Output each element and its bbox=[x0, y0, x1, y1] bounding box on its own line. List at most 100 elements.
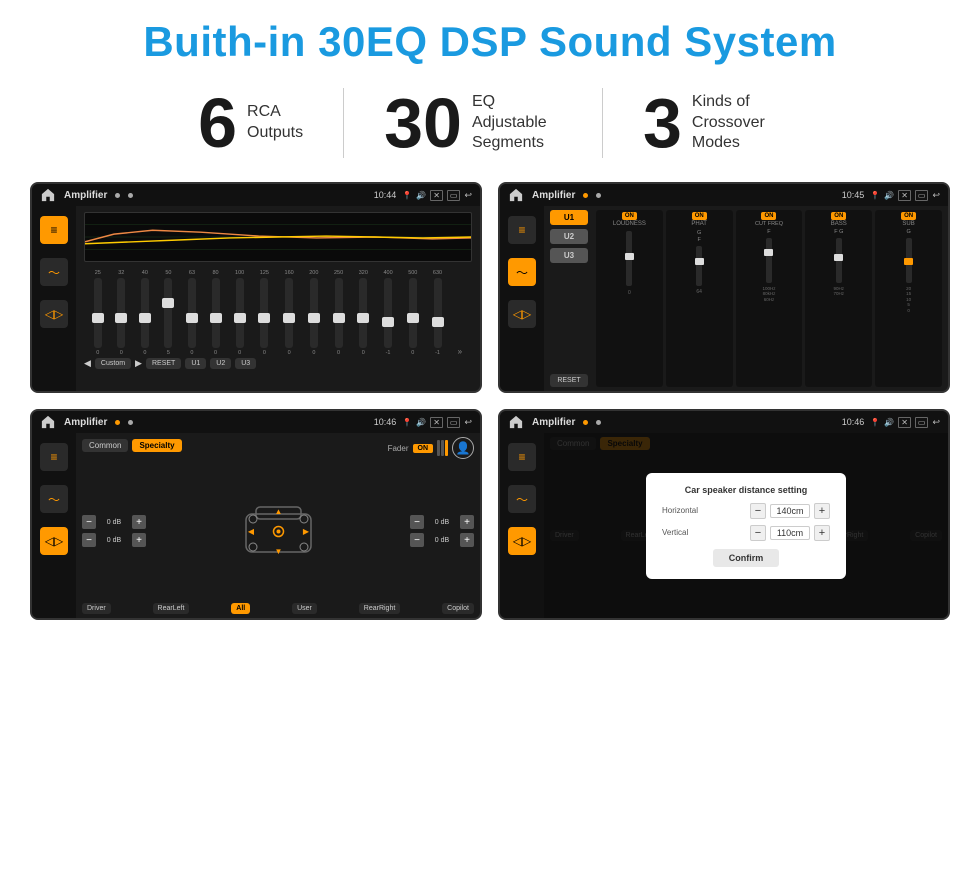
loudness-slider[interactable] bbox=[626, 231, 632, 286]
rearleft-btn[interactable]: RearLeft bbox=[153, 603, 190, 614]
x-icon: ✕ bbox=[430, 190, 443, 201]
fader-main-area: Common Specialty Fader ON bbox=[76, 433, 480, 618]
cutfreq-slider[interactable] bbox=[766, 238, 772, 283]
crossover-main-area: U1 U2 U3 RESET ON LOUDNESS bbox=[544, 206, 948, 391]
dialog-overlay: Car speaker distance setting Horizontal … bbox=[544, 433, 948, 618]
sidebar-vol-icon-3[interactable]: ◁▷ bbox=[40, 527, 68, 555]
home-icon-2[interactable] bbox=[508, 187, 524, 203]
svg-text:▶: ▶ bbox=[302, 527, 309, 536]
u3-btn[interactable]: U3 bbox=[550, 248, 588, 263]
person-icon-fader[interactable]: 👤 bbox=[452, 437, 474, 459]
stat-rca-label: RCAOutputs bbox=[247, 102, 303, 144]
sidebar-wave-icon-3[interactable]: 〜 bbox=[40, 485, 68, 513]
db-minus-2[interactable]: − bbox=[82, 533, 96, 547]
u1-btn[interactable]: U1 bbox=[550, 210, 588, 225]
sidebar-wave-icon-4[interactable]: 〜 bbox=[508, 485, 536, 513]
dialog-horizontal-minus[interactable]: − bbox=[750, 503, 766, 519]
fader-left-db: − 0 dB + − 0 dB + bbox=[82, 463, 146, 599]
sub-on-btn[interactable]: ON bbox=[901, 212, 916, 220]
rect-icon: ▭ bbox=[447, 190, 461, 201]
eq-slider-320: 320 0 bbox=[359, 270, 368, 356]
home-icon-3[interactable] bbox=[40, 414, 56, 430]
eq-reset-btn[interactable]: RESET bbox=[146, 358, 181, 369]
eq-prev-btn[interactable]: ◀ bbox=[84, 358, 91, 369]
loudness-on-btn[interactable]: ON bbox=[622, 212, 637, 220]
db-minus-1[interactable]: − bbox=[82, 515, 96, 529]
stat-eq-number: 30 bbox=[384, 88, 462, 158]
dialog-horizontal-plus[interactable]: + bbox=[814, 503, 830, 519]
db-plus-3[interactable]: + bbox=[460, 515, 474, 529]
eq-u3-btn[interactable]: U3 bbox=[235, 358, 256, 369]
fader-tab-common[interactable]: Common bbox=[82, 439, 128, 452]
dialog-status-time: 10:46 bbox=[842, 417, 865, 427]
phat-slider[interactable] bbox=[696, 246, 702, 286]
db-minus-4[interactable]: − bbox=[410, 533, 424, 547]
dialog-vertical-minus[interactable]: − bbox=[750, 525, 766, 541]
db-value-4: 0 dB bbox=[428, 537, 456, 544]
db-plus-4[interactable]: + bbox=[460, 533, 474, 547]
eq-slider-500: 500 0 bbox=[408, 270, 417, 356]
fader-controls: Fader ON 👤 bbox=[388, 437, 474, 459]
fader-sliders-mini bbox=[437, 440, 448, 456]
eq-u2-btn[interactable]: U2 bbox=[210, 358, 231, 369]
dialog-horizontal-label: Horizontal bbox=[662, 506, 717, 515]
bass-slider[interactable] bbox=[836, 238, 842, 283]
crossover-left-sidebar: ≡ 〜 ◁▷ bbox=[500, 206, 544, 391]
sidebar-vol-icon-2[interactable]: ◁▷ bbox=[508, 300, 536, 328]
dialog-vertical-row: Vertical − 110cm + bbox=[662, 525, 830, 541]
device-dialog: Amplifier 10:46 📍 🔊 ✕ ▭ ↩ ≡ 〜 ◁▷ bbox=[498, 409, 950, 620]
eq-u1-btn[interactable]: U1 bbox=[185, 358, 206, 369]
sidebar-eq-icon-4[interactable]: ≡ bbox=[508, 443, 536, 471]
rearright-btn[interactable]: RearRight bbox=[359, 603, 401, 614]
crossover-screen-wrapper: ≡ 〜 ◁▷ U1 U2 U3 RESET bbox=[500, 206, 948, 391]
eq-slider-125: 125 0 bbox=[260, 270, 269, 356]
db-plus-1[interactable]: + bbox=[132, 515, 146, 529]
sidebar-vol-icon-4[interactable]: ◁▷ bbox=[508, 527, 536, 555]
fader-on-btn[interactable]: ON bbox=[413, 444, 434, 453]
dialog-vertical-value: 110cm bbox=[770, 526, 810, 540]
status-bar-dialog: Amplifier 10:46 📍 🔊 ✕ ▭ ↩ bbox=[500, 411, 948, 433]
sub-slider[interactable] bbox=[906, 238, 912, 283]
rect-icon-2: ▭ bbox=[915, 190, 929, 201]
car-diagram-svg: ▲ ▼ ◀ ▶ bbox=[241, 504, 316, 559]
device-fader: Amplifier 10:46 📍 🔊 ✕ ▭ ↩ ≡ 〜 ◁▷ bbox=[30, 409, 482, 620]
phat-channel: ON PHAT G F 64 bbox=[666, 210, 733, 387]
sidebar-wave-icon-2[interactable]: 〜 bbox=[508, 258, 536, 286]
page-title: Buith-in 30EQ DSP Sound System bbox=[30, 18, 950, 66]
driver-btn[interactable]: Driver bbox=[82, 603, 111, 614]
db-minus-3[interactable]: − bbox=[410, 515, 424, 529]
confirm-button[interactable]: Confirm bbox=[713, 549, 780, 567]
sidebar-eq-icon-3[interactable]: ≡ bbox=[40, 443, 68, 471]
db-control-4: − 0 dB + bbox=[410, 533, 474, 547]
sidebar-eq-icon[interactable]: ≡ bbox=[40, 216, 68, 244]
home-icon[interactable] bbox=[40, 187, 56, 203]
crossover-status-title: Amplifier bbox=[532, 190, 575, 201]
cutfreq-on-btn[interactable]: ON bbox=[761, 212, 776, 220]
sidebar-wave-icon[interactable]: 〜 bbox=[40, 258, 68, 286]
dialog-horizontal-value: 140cm bbox=[770, 504, 810, 518]
db-control-2: − 0 dB + bbox=[82, 533, 146, 547]
dialog-horizontal-row: Horizontal − 140cm + bbox=[662, 503, 830, 519]
eq-slider-32: 32 0 bbox=[117, 270, 125, 356]
user-btn[interactable]: User bbox=[292, 603, 317, 614]
fader-status-time: 10:46 bbox=[374, 417, 397, 427]
crossover-reset-btn[interactable]: RESET bbox=[550, 374, 588, 387]
eq-play-btn[interactable]: ▶ bbox=[135, 358, 142, 369]
sidebar-vol-icon[interactable]: ◁▷ bbox=[40, 300, 68, 328]
eq-status-title: Amplifier bbox=[64, 190, 107, 201]
all-btn[interactable]: All bbox=[231, 603, 250, 614]
cutfreq-channel: ON CUT FREQ F 100Hz80kHz60Hz bbox=[736, 210, 803, 387]
eq-more-icon[interactable]: » bbox=[458, 347, 462, 356]
fader-tab-specialty[interactable]: Specialty bbox=[132, 439, 181, 452]
bass-on-btn[interactable]: ON bbox=[831, 212, 846, 220]
u2-btn[interactable]: U2 bbox=[550, 229, 588, 244]
home-icon-4[interactable] bbox=[508, 414, 524, 430]
sidebar-eq-icon-2[interactable]: ≡ bbox=[508, 216, 536, 244]
phat-on-btn[interactable]: ON bbox=[692, 212, 707, 220]
dialog-vertical-plus[interactable]: + bbox=[814, 525, 830, 541]
status-dot-fader2 bbox=[128, 420, 133, 425]
copilot-btn[interactable]: Copilot bbox=[442, 603, 474, 614]
db-plus-2[interactable]: + bbox=[132, 533, 146, 547]
eq-slider-25: 25 0 bbox=[94, 270, 102, 356]
eq-preset-label: Custom bbox=[95, 358, 131, 369]
